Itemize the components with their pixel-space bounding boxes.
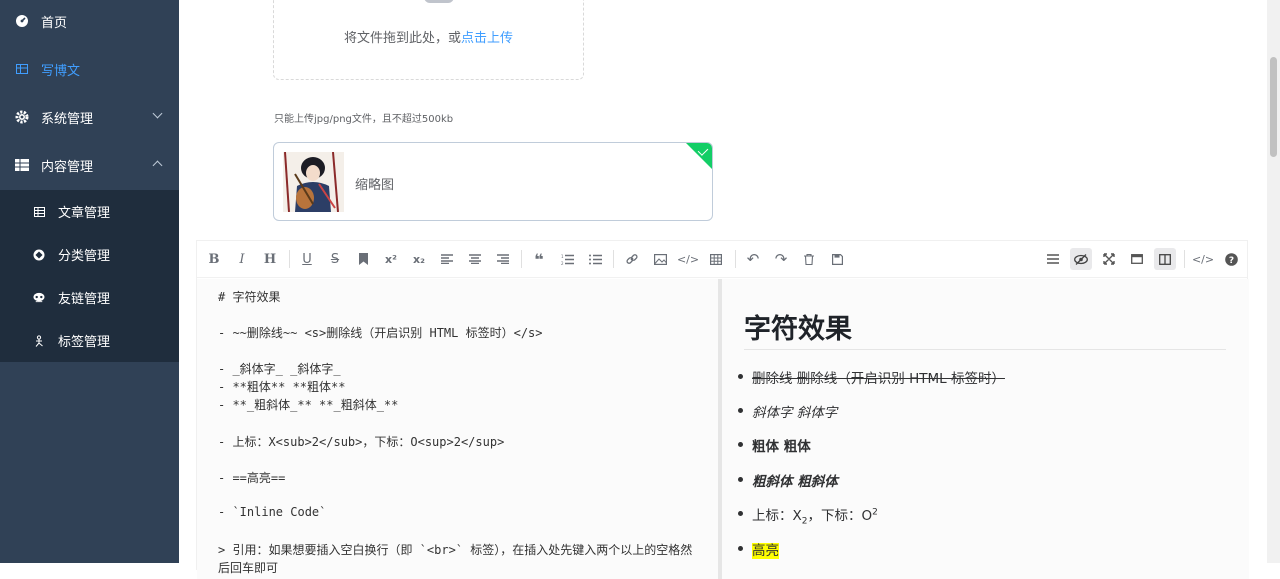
- markdown-source[interactable]: # 字符效果 - ~~删除线~~ <s>删除线（开启识别 HTML 标签时）</…: [197, 279, 718, 579]
- source-line: - **粗体** **粗体**: [218, 380, 346, 394]
- thumbnail-image: [283, 152, 344, 212]
- source-line: - 上标：X<sub>2</sub>，下标：O<sup>2</sup>: [218, 435, 505, 449]
- toolbar-divider: [735, 250, 736, 268]
- preview-bold-item: 粗体 粗体: [738, 435, 811, 455]
- unordered-list-button[interactable]: [584, 248, 606, 270]
- sidebar-item-label: 标签管理: [58, 335, 111, 350]
- tag-icon: [33, 334, 45, 347]
- align-center-button[interactable]: [464, 248, 486, 270]
- trash-icon[interactable]: [798, 248, 820, 270]
- image-button[interactable]: [649, 248, 671, 270]
- markdown-editor: B I H U S x² x₂ ❝ 12 </> ↶ ↷ </> ? # 字符效…: [196, 240, 1249, 579]
- split-view-button[interactable]: [1154, 248, 1176, 270]
- upload-link[interactable]: 点击上传: [461, 31, 513, 46]
- code-button[interactable]: </>: [677, 248, 699, 270]
- source-line: - `Inline Code`: [218, 505, 327, 519]
- subscript-button[interactable]: x₂: [408, 248, 430, 270]
- preview-strike-item: 删除线 删除线（开启识别 HTML 标签时）: [738, 367, 1005, 387]
- heading-rule: [744, 349, 1226, 350]
- markdown-preview: 字符效果 删除线 删除线（开启识别 HTML 标签时） 斜体字 斜体字 粗体 粗…: [722, 279, 1249, 579]
- bookmark-button[interactable]: [352, 248, 374, 270]
- table-icon: [33, 206, 45, 218]
- sidebar: 首页 写博文 系统管理 内容管理 文章管理 分类管理 友链管理 标签管理: [0, 0, 179, 563]
- superscript-button[interactable]: x²: [380, 248, 402, 270]
- toolbar-divider: [1184, 250, 1185, 268]
- sidebar-item-label: 写博文: [41, 63, 81, 79]
- preview-highlight-item: 高亮: [738, 539, 779, 559]
- gear-icon: [15, 110, 29, 124]
- svg-text:?: ?: [1228, 256, 1233, 266]
- bold-button[interactable]: B: [203, 248, 225, 270]
- sidebar-item-tags[interactable]: 标签管理: [0, 319, 179, 362]
- fullscreen-button[interactable]: [1098, 248, 1120, 270]
- preview-heading: 字符效果: [744, 314, 852, 345]
- underline-button[interactable]: U: [296, 248, 318, 270]
- align-left-button[interactable]: [436, 248, 458, 270]
- upload-tip: 只能上传jpg/png文件，且不超过500kb: [274, 114, 454, 125]
- file-name: 缩略图: [355, 178, 395, 193]
- sidebar-item-home[interactable]: 首页: [0, 0, 179, 45]
- editor-toolbar: B I H U S x² x₂ ❝ 12 </> ↶ ↷ </> ?: [197, 241, 1247, 278]
- category-icon: [33, 249, 45, 261]
- sidebar-item-label: 文章管理: [58, 206, 111, 221]
- strikethrough-button[interactable]: S: [324, 248, 346, 270]
- upload-text: 将文件拖到此处，或点击上传: [343, 31, 514, 46]
- window-button[interactable]: [1126, 248, 1148, 270]
- source-line: > 引用：如果想要插入空白换行（即 `<br>` 标签），在插入处先键入两个以上…: [218, 543, 693, 557]
- toolbar-divider: [521, 250, 522, 268]
- page-scrollbar[interactable]: [1267, 0, 1280, 563]
- link-button[interactable]: [621, 248, 643, 270]
- grid-icon: [15, 158, 29, 172]
- quote-button[interactable]: ❝: [528, 248, 550, 270]
- preview-italic-item: 斜体字 斜体字: [737, 401, 837, 421]
- source-line: - ~~删除线~~ <s>删除线（开启识别 HTML 标签时）</s>: [218, 326, 543, 340]
- ordered-list-button[interactable]: 12: [556, 248, 578, 270]
- italic-button[interactable]: I: [231, 248, 253, 270]
- preview-sub-sup-item: 上标：X2，下标：O2: [738, 504, 878, 527]
- sidebar-item-content[interactable]: 内容管理: [0, 141, 179, 189]
- dashboard-icon: [15, 14, 29, 28]
- menu-button[interactable]: [1042, 248, 1064, 270]
- preview-toggle-button[interactable]: [1070, 248, 1092, 270]
- sidebar-item-links[interactable]: 友链管理: [0, 276, 179, 319]
- upload-dropzone[interactable]: 将文件拖到此处，或点击上传: [273, 0, 584, 80]
- sidebar-item-system[interactable]: 系统管理: [0, 93, 179, 141]
- success-corner: [685, 143, 712, 170]
- sidebar-item-label: 首页: [41, 15, 68, 31]
- source-line: - ==高亮==: [218, 471, 286, 485]
- undo-button[interactable]: ↶: [742, 248, 764, 270]
- toolbar-divider: [613, 250, 614, 268]
- align-right-button[interactable]: [492, 248, 514, 270]
- preview-bold-italic-item: 粗斜体 粗斜体: [738, 470, 838, 490]
- sidebar-item-write-blog[interactable]: 写博文: [0, 45, 179, 93]
- sidebar-item-label: 分类管理: [58, 249, 111, 264]
- uploaded-file-card[interactable]: 缩略图: [273, 142, 713, 221]
- save-button[interactable]: [826, 248, 848, 270]
- sidebar-item-label: 内容管理: [41, 159, 94, 175]
- source-line: 后回车即可: [218, 561, 279, 575]
- table-icon: [15, 62, 29, 76]
- svg-text:2: 2: [561, 261, 564, 265]
- sidebar-item-label: 系统管理: [41, 111, 94, 127]
- source-line: - **_粗斜体_** **_粗斜体_**: [218, 398, 399, 412]
- chevron-down-icon: [152, 108, 163, 119]
- link-icon: [33, 292, 45, 304]
- svg-text:1: 1: [561, 254, 564, 259]
- source-line: # 字符效果: [218, 290, 281, 304]
- toolbar-divider: [289, 250, 290, 268]
- source-line: - _斜体字_ _斜体字_: [218, 362, 341, 376]
- submenu-content: 文章管理 分类管理 友链管理 标签管理: [0, 190, 179, 362]
- chevron-up-icon: [152, 160, 163, 171]
- redo-button[interactable]: ↷: [770, 248, 792, 270]
- heading-button[interactable]: H: [259, 248, 281, 270]
- table-button[interactable]: [705, 248, 727, 270]
- sidebar-item-articles[interactable]: 文章管理: [0, 190, 179, 233]
- sidebar-item-label: 友链管理: [58, 292, 111, 307]
- help-icon[interactable]: ?: [1220, 248, 1242, 270]
- sidebar-item-categories[interactable]: 分类管理: [0, 233, 179, 276]
- html-code-button[interactable]: </>: [1192, 248, 1214, 270]
- scrollbar-thumb[interactable]: [1270, 57, 1277, 157]
- upload-cloud-icon: [424, 0, 454, 3]
